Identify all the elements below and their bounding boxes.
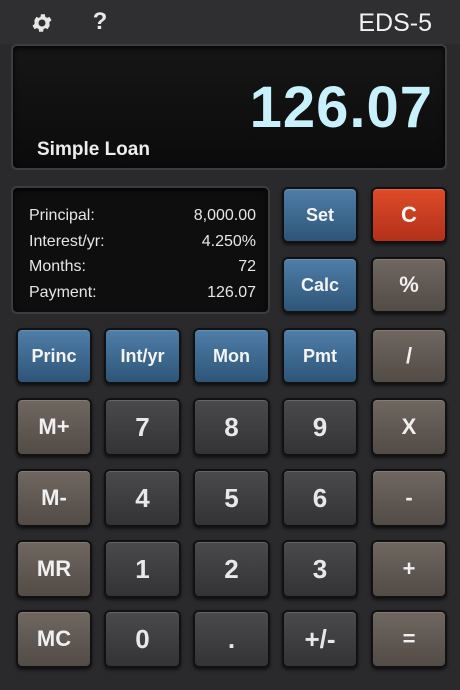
info-label: Payment: bbox=[29, 283, 97, 301]
info-value: 72 bbox=[238, 258, 256, 275]
info-label: Months: bbox=[29, 258, 86, 275]
m-plus-button[interactable]: M+ bbox=[16, 398, 92, 456]
info-row-months: Months: 72 bbox=[29, 254, 256, 280]
nine-button[interactable]: 9 bbox=[282, 398, 358, 456]
plus-minus-button[interactable]: +/- bbox=[282, 610, 358, 668]
princ-button[interactable]: Princ bbox=[16, 328, 92, 384]
clear-button[interactable]: C bbox=[371, 187, 447, 243]
set-button[interactable]: Set bbox=[282, 187, 358, 243]
zero-button[interactable]: 0 bbox=[104, 610, 181, 668]
percent-button[interactable]: % bbox=[371, 257, 447, 313]
info-label: Interest/yr: bbox=[29, 232, 105, 250]
int-yr-button[interactable]: Int/yr bbox=[104, 328, 181, 384]
mr-button[interactable]: MR bbox=[16, 540, 92, 598]
mc-button[interactable]: MC bbox=[16, 610, 92, 668]
app-title: EDS-5 bbox=[358, 9, 432, 37]
calc-button[interactable]: Calc bbox=[282, 257, 358, 313]
info-value: 8,000.00 bbox=[193, 207, 256, 224]
three-button[interactable]: 3 bbox=[282, 540, 358, 598]
five-button[interactable]: 5 bbox=[193, 469, 270, 527]
info-row-principal: Principal: 8,000.00 bbox=[29, 203, 256, 229]
equals-button[interactable]: = bbox=[371, 610, 447, 668]
six-button[interactable]: 6 bbox=[282, 469, 358, 527]
loan-info-panel: Principal: 8,000.00 Interest/yr: 4.250% … bbox=[11, 186, 270, 314]
one-button[interactable]: 1 bbox=[104, 540, 181, 598]
pmt-button[interactable]: Pmt bbox=[282, 328, 358, 384]
four-button[interactable]: 4 bbox=[104, 469, 181, 527]
help-button[interactable]: ? bbox=[90, 6, 110, 38]
decimal-button[interactable]: . bbox=[193, 610, 270, 668]
info-value: 126.07 bbox=[207, 283, 256, 301]
seven-button[interactable]: 7 bbox=[104, 398, 181, 456]
eight-button[interactable]: 8 bbox=[193, 398, 270, 456]
info-value: 4.250% bbox=[201, 232, 256, 250]
two-button[interactable]: 2 bbox=[193, 540, 270, 598]
info-row-payment: Payment: 126.07 bbox=[29, 280, 256, 306]
minus-button[interactable]: - bbox=[371, 469, 447, 527]
top-bar: ? EDS-5 bbox=[0, 0, 460, 44]
multiply-button[interactable]: X bbox=[371, 398, 447, 456]
divide-button[interactable]: / bbox=[371, 328, 447, 384]
info-row-interest: Interest/yr: 4.250% bbox=[29, 229, 256, 255]
main-display: 126.07 Simple Loan bbox=[11, 44, 447, 170]
gear-icon[interactable] bbox=[30, 11, 54, 35]
display-value: 126.07 bbox=[249, 75, 433, 140]
display-mode-label: Simple Loan bbox=[37, 139, 150, 160]
mon-button[interactable]: Mon bbox=[193, 328, 270, 384]
plus-button[interactable]: + bbox=[371, 540, 447, 598]
info-label: Principal: bbox=[29, 207, 95, 224]
m-minus-button[interactable]: M- bbox=[16, 469, 92, 527]
